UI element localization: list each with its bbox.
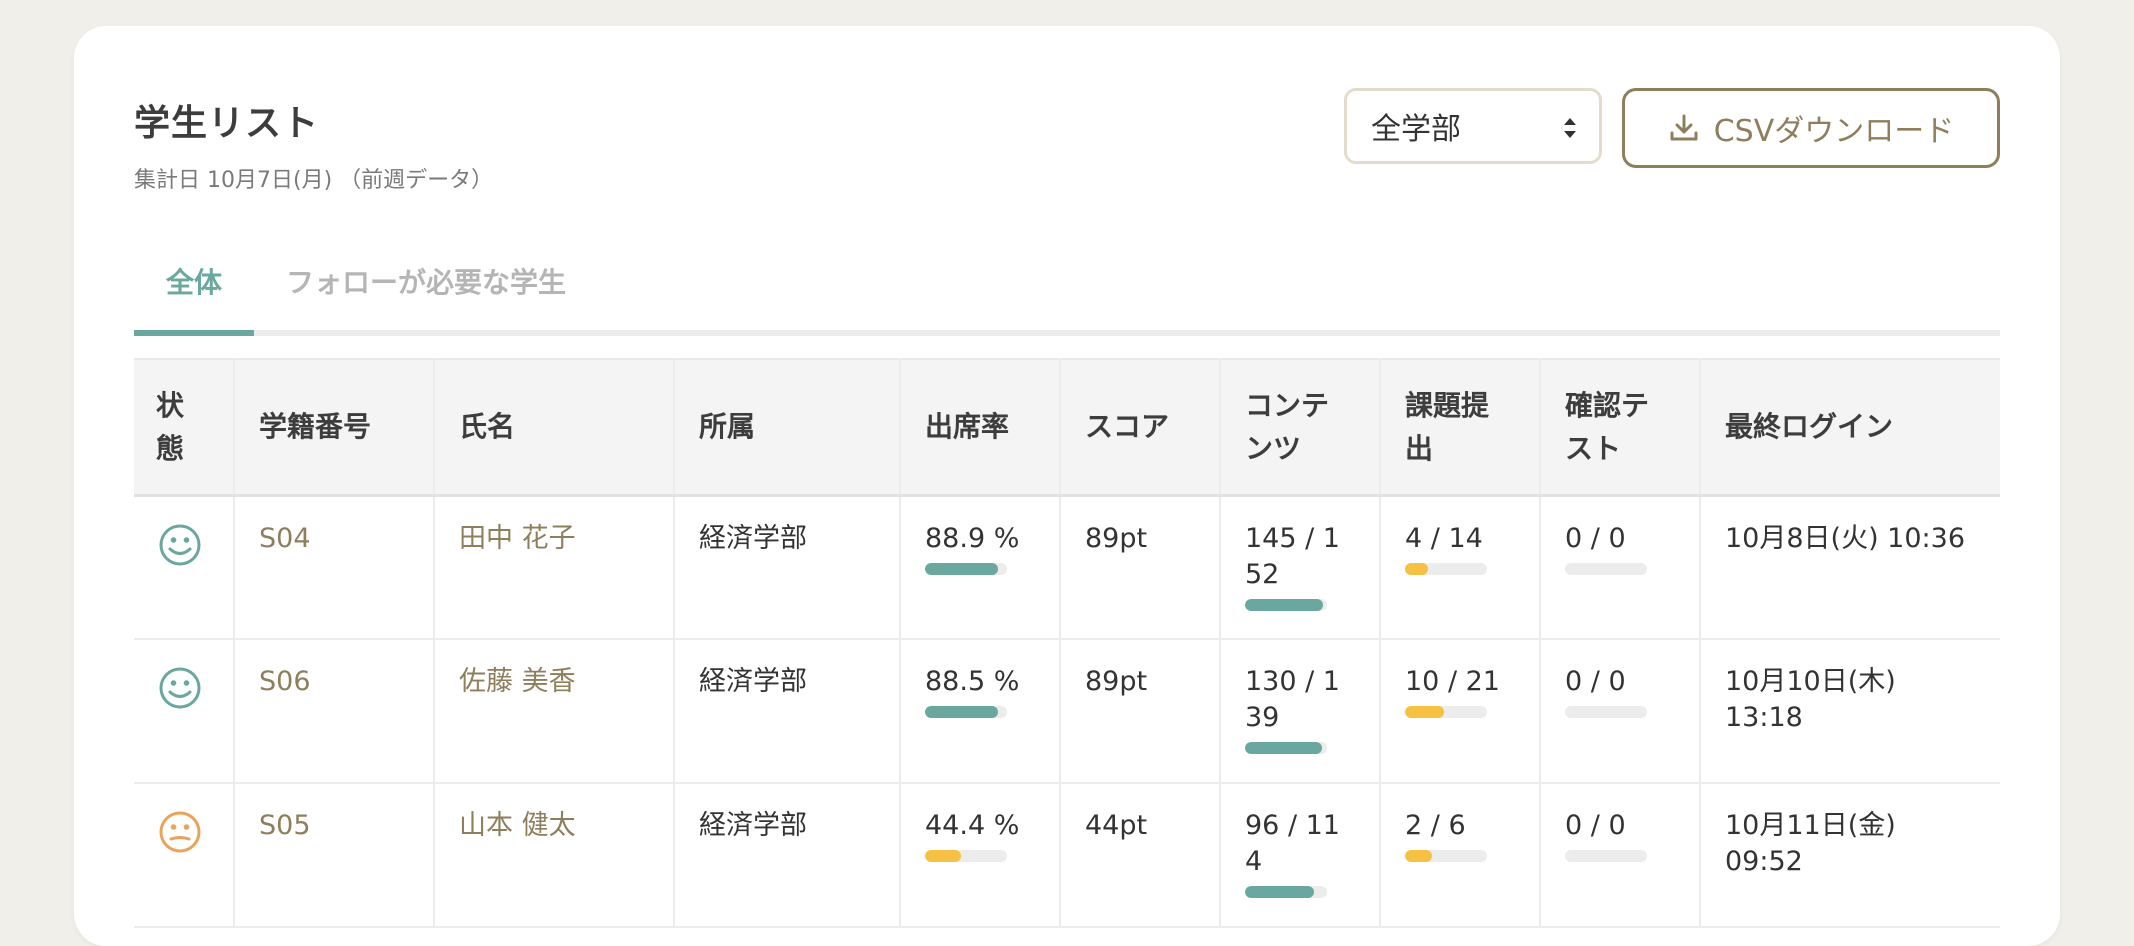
header-quiz: 確認テスト <box>1540 359 1701 495</box>
assignment-bar <box>1405 850 1487 862</box>
quiz-value: 0 / 0 <box>1565 522 1626 554</box>
score-cell: 89pt <box>1060 639 1221 783</box>
quiz-cell: 0 / 0 <box>1540 639 1701 783</box>
student-id-link[interactable]: S05 <box>234 783 435 927</box>
content-bar <box>1245 742 1327 754</box>
department-cell: 経済学部 <box>674 639 901 783</box>
table-row[interactable]: S06 佐藤 美香 経済学部 88.5 % 89pt 130 / 139 10 / 21 0 … <box>134 639 2000 783</box>
tab-needs-follow-up[interactable]: フォローが必要な学生 <box>286 266 566 330</box>
assignment-cell: 4 / 14 <box>1380 495 1541 639</box>
content-bar <box>1245 598 1327 611</box>
page-title: 学生リスト <box>134 103 320 144</box>
attendance-value: 88.5 % <box>925 666 1020 697</box>
assignment-value: 4 / 14 <box>1405 522 1483 554</box>
quiz-value: 0 / 0 <box>1565 810 1626 841</box>
attendance-cell: 88.9 % <box>900 495 1061 639</box>
quiz-bar <box>1565 850 1647 862</box>
department-filter-value: 全学部 <box>1371 112 1461 147</box>
quiz-cell: 0 / 0 <box>1540 495 1701 639</box>
download-icon <box>1670 114 1698 141</box>
content-cell: 96 / 114 <box>1220 783 1381 927</box>
sort-arrows-icon <box>1564 118 1576 138</box>
status-cell <box>134 783 235 927</box>
tab-bar: 全体 フォローが必要な学生 <box>134 236 2000 336</box>
content-bar <box>1245 886 1327 898</box>
content-cell: 145 / 152 <box>1220 495 1381 639</box>
student-table: 状態 学籍番号 氏名 所属 出席率 スコア コンテンツ 課題提出 確認テスト 最… <box>134 358 2000 928</box>
student-name-link[interactable]: 佐藤 美香 <box>434 639 675 783</box>
student-name-link[interactable]: 田中 花子 <box>434 495 675 639</box>
header-last-login: 最終ログイン <box>1725 410 1894 444</box>
header-status: 状態 <box>134 359 235 495</box>
content-value: 145 / 152 <box>1245 522 1340 590</box>
content-value: 130 / 139 <box>1245 666 1340 733</box>
assignment-cell: 10 / 21 <box>1380 639 1541 783</box>
assignment-value: 2 / 6 <box>1405 810 1466 841</box>
content-value: 96 / 114 <box>1245 810 1340 877</box>
header-assignment: 課題提出 <box>1380 359 1541 495</box>
attendance-cell: 88.5 % <box>900 639 1061 783</box>
smiley-face-icon <box>159 667 201 709</box>
quiz-bar <box>1565 706 1647 718</box>
attendance-value: 88.9 % <box>925 522 1020 554</box>
quiz-cell: 0 / 0 <box>1540 783 1701 927</box>
neutral-face-icon <box>159 811 201 853</box>
table-row[interactable]: S05 山本 健太 経済学部 44.4 % 44pt 96 / 114 2 / 6 0 / 0… <box>134 783 2000 927</box>
assignment-bar <box>1405 562 1487 575</box>
student-name-link[interactable]: 山本 健太 <box>434 783 675 927</box>
quiz-value: 0 / 0 <box>1565 666 1626 697</box>
header-attendance: 出席率 <box>900 359 1061 495</box>
score-cell: 44pt <box>1060 783 1221 927</box>
last-login-cell: 10月11日(金) 09:52 <box>1725 810 1896 877</box>
content-cell: 130 / 139 <box>1220 639 1381 783</box>
header-department: 所属 <box>674 359 901 495</box>
last-login-cell: 10月10日(木) 13:18 <box>1725 666 1896 733</box>
assignment-bar <box>1405 706 1487 718</box>
attendance-cell: 44.4 % <box>900 783 1061 927</box>
score-cell: 89pt <box>1060 495 1221 639</box>
status-cell <box>134 495 235 639</box>
department-cell: 経済学部 <box>674 783 901 927</box>
attendance-value: 44.4 % <box>925 810 1020 841</box>
status-cell <box>134 639 235 783</box>
csv-download-label: CSVダウンロード <box>1713 114 1955 149</box>
last-login-cell: 10月8日(火) 10:36 <box>1725 522 1965 554</box>
attendance-bar <box>925 706 1007 718</box>
department-cell: 経済学部 <box>674 495 901 639</box>
tab-all[interactable]: 全体 <box>134 266 254 336</box>
attendance-bar <box>925 562 1007 575</box>
student-id-link[interactable]: S04 <box>234 495 435 639</box>
aggregation-date: 集計日 10月7日(月) （前週データ） <box>134 168 494 193</box>
assignment-cell: 2 / 6 <box>1380 783 1541 927</box>
student-id-link[interactable]: S06 <box>234 639 435 783</box>
smiley-face-icon <box>159 524 201 565</box>
header-name: 氏名 <box>434 359 675 495</box>
student-list-card: 学生リスト 集計日 10月7日(月) （前週データ） 全学部 CSVダウンロード… <box>74 26 2060 946</box>
assignment-value: 10 / 21 <box>1405 666 1500 697</box>
quiz-bar <box>1565 562 1647 575</box>
header-content: コンテンツ <box>1220 359 1381 495</box>
department-filter-select[interactable]: 全学部 <box>1344 88 1602 164</box>
table-row[interactable]: S04 田中 花子 経済学部 88.9 % 89pt 145 / 152 4 / 14 0 /… <box>134 495 2000 639</box>
csv-download-button[interactable]: CSVダウンロード <box>1622 88 2000 168</box>
attendance-bar <box>925 850 1007 862</box>
header-student-id: 学籍番号 <box>234 359 435 495</box>
header-score: スコア <box>1060 359 1221 495</box>
table-header-row: 状態 学籍番号 氏名 所属 出席率 スコア コンテンツ 課題提出 確認テスト 最… <box>134 359 2000 495</box>
